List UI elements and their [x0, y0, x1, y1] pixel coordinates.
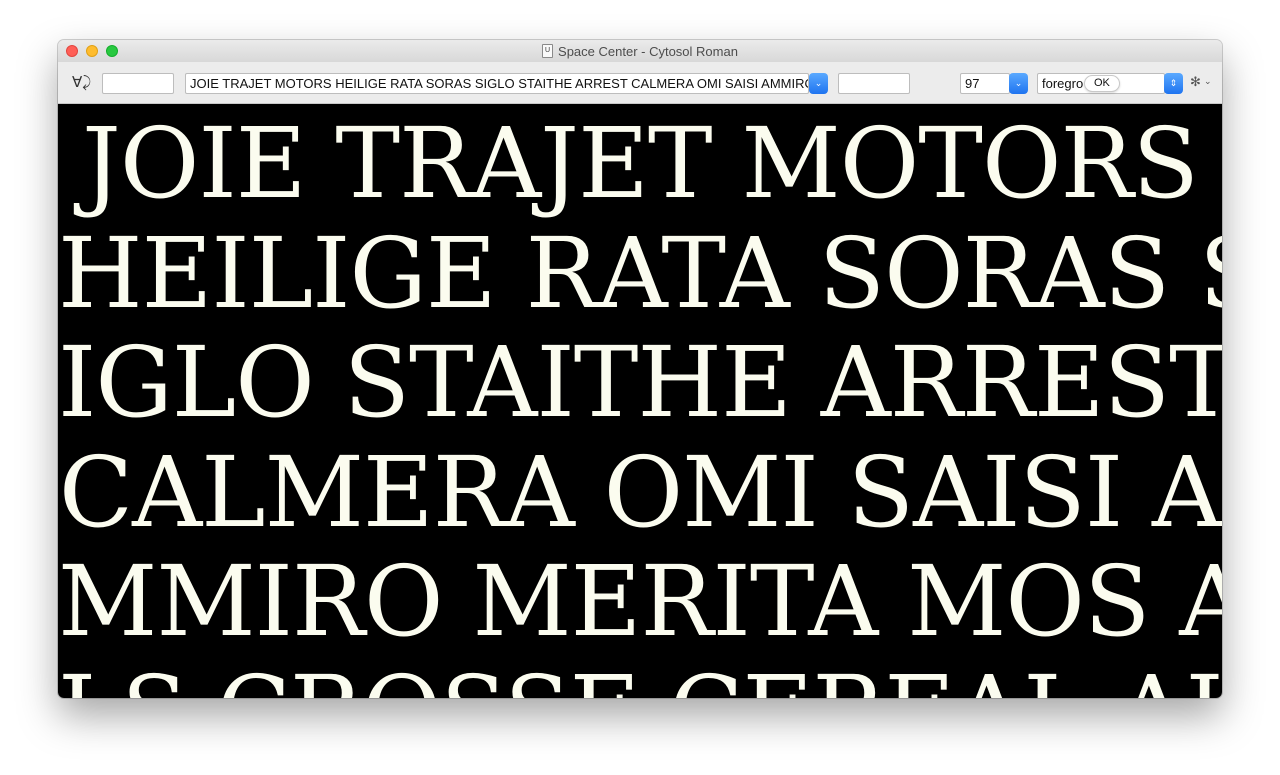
chevron-down-icon: ⌄ [814, 78, 823, 88]
title-bar[interactable]: U Space Center - Cytosol Roman [58, 40, 1222, 62]
window-title: Space Center - Cytosol Roman [558, 43, 738, 59]
ok-button[interactable]: OK [1084, 75, 1120, 92]
preview-line: LS CROSSE CEREAL AL [58, 657, 1222, 699]
document-icon: U [542, 44, 554, 58]
preview-line: MMIRO MERITA MOS A [58, 545, 1222, 658]
size-popup-button[interactable]: ⌄ [1009, 73, 1028, 94]
stepper-arrows-icon: ⇕ [1169, 78, 1178, 88]
size-combo-input[interactable]: 97 [960, 73, 1010, 94]
preview-line: HEILIGE RATA SORAS S [58, 217, 1222, 330]
preview-line: IGLO STAITHE ARREST [58, 326, 1222, 439]
chevron-down-icon[interactable]: ⌄ [1204, 76, 1212, 87]
toolbar: ∀⤸ JOIE TRAJET MOTORS HEILIGE RATA SORAS… [58, 62, 1222, 104]
gear-icon[interactable]: ✻ [1190, 74, 1201, 90]
text-input[interactable]: JOIE TRAJET MOTORS HEILIGE RATA SORAS SI… [185, 73, 809, 94]
text-history-popup-button[interactable]: ⌄ [809, 73, 828, 94]
chevron-down-icon: ⌄ [1014, 78, 1023, 88]
before-input[interactable] [102, 73, 174, 94]
preview-canvas[interactable]: JOIE TRAJET MOTORS HEILIGE RATA SORAS S … [58, 104, 1222, 698]
space-center-window: U Space Center - Cytosol Roman ∀⤸ JOIE T… [58, 40, 1222, 698]
glyph-tool-icon[interactable]: ∀⤸ [72, 73, 91, 91]
preview-line: CALMERA OMI SAISI A [58, 436, 1222, 549]
preview-line: JOIE TRAJET MOTORS [82, 107, 1199, 220]
title-group: U Space Center - Cytosol Roman [58, 40, 1222, 62]
after-input[interactable] [838, 73, 910, 94]
color-stepper-button[interactable]: ⇕ [1164, 73, 1183, 94]
